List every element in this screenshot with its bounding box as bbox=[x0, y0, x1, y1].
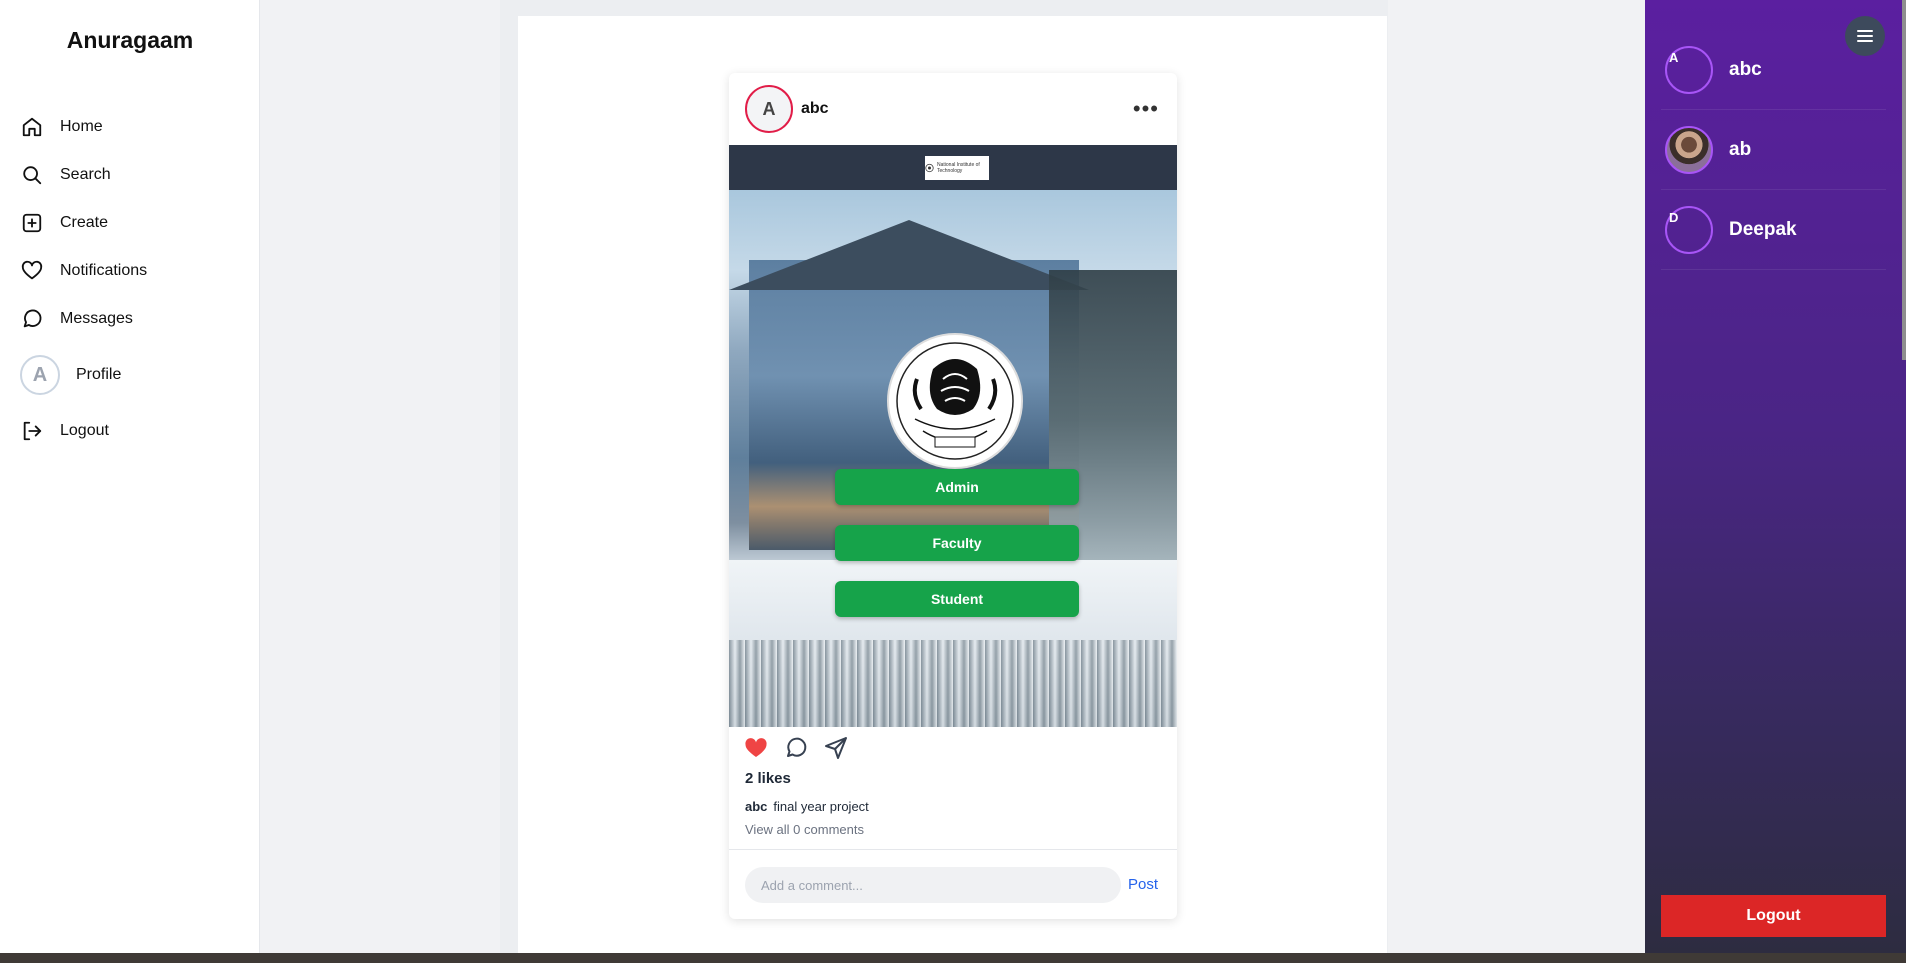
sidebar-item-logout[interactable]: Logout bbox=[20, 407, 250, 455]
user-list-item[interactable]: D Deepak bbox=[1661, 191, 1886, 270]
sidebar-item-notifications[interactable]: Notifications bbox=[20, 247, 250, 295]
more-options-icon[interactable]: ••• bbox=[1133, 98, 1159, 120]
sidebar-item-profile[interactable]: A Profile bbox=[20, 343, 250, 407]
post-caption: abc final year project bbox=[745, 799, 869, 814]
student-button[interactable]: Student bbox=[835, 581, 1079, 617]
sidebar-item-label: Home bbox=[60, 118, 103, 135]
roof-shape bbox=[729, 220, 1089, 290]
institute-logo: National Institute of Technology bbox=[925, 156, 989, 180]
sidebar-item-label: Logout bbox=[60, 422, 109, 439]
app-logo[interactable]: Anuragaam bbox=[0, 27, 260, 54]
caption-text: final year project bbox=[773, 799, 869, 814]
sidebar-item-label: Messages bbox=[60, 310, 133, 327]
share-send-icon[interactable] bbox=[823, 735, 849, 761]
window-bottom-edge bbox=[0, 953, 1906, 963]
sidebar-item-create[interactable]: Create bbox=[20, 199, 250, 247]
post-comment-button[interactable]: Post bbox=[1128, 876, 1158, 893]
user-list-item[interactable]: A abc bbox=[1661, 31, 1886, 110]
post-card: A abc ••• National Institute of Technolo… bbox=[729, 73, 1177, 919]
heart-icon bbox=[20, 259, 44, 283]
institute-seal-icon bbox=[887, 333, 1023, 469]
like-heart-icon[interactable] bbox=[743, 735, 769, 761]
logout-icon bbox=[20, 419, 44, 443]
logout-button[interactable]: Logout bbox=[1661, 895, 1886, 937]
likes-count: 2 likes bbox=[745, 770, 791, 787]
caption-username[interactable]: abc bbox=[745, 799, 767, 814]
sidebar-item-label: Profile bbox=[76, 366, 122, 383]
scrollbar[interactable] bbox=[1902, 0, 1906, 360]
post-username[interactable]: abc bbox=[801, 100, 829, 118]
sidebar-item-search[interactable]: Search bbox=[20, 151, 250, 199]
avatar bbox=[1665, 126, 1713, 174]
faculty-button[interactable]: Faculty bbox=[835, 525, 1079, 561]
media-header-bar: National Institute of Technology bbox=[729, 145, 1177, 190]
logo-text: National Institute of Technology bbox=[936, 162, 980, 174]
comment-icon[interactable] bbox=[783, 735, 809, 761]
avatar: A bbox=[1665, 46, 1713, 94]
post-media[interactable]: National Institute of Technology Admin F… bbox=[729, 145, 1177, 727]
sidebar-item-label: Notifications bbox=[60, 262, 148, 279]
avatar: A bbox=[20, 355, 60, 395]
sidebar-item-label: Search bbox=[60, 166, 111, 183]
avatar-letter: D bbox=[1669, 210, 1679, 225]
user-list-item[interactable]: ab bbox=[1661, 111, 1886, 190]
message-circle-icon bbox=[20, 307, 44, 331]
sidebar-nav: Home Search Create Notifications Message… bbox=[20, 103, 250, 455]
avatar-letter: A bbox=[1669, 50, 1679, 65]
divider bbox=[729, 849, 1177, 850]
snowy-bushes bbox=[729, 640, 1177, 727]
search-icon bbox=[20, 163, 44, 187]
right-panel: A abc ab D Deepak Logout bbox=[1645, 0, 1906, 953]
admin-button[interactable]: Admin bbox=[835, 469, 1079, 505]
avatar: D bbox=[1665, 206, 1713, 254]
sidebar-item-label: Create bbox=[60, 214, 109, 231]
plus-square-icon bbox=[20, 211, 44, 235]
home-icon bbox=[20, 115, 44, 139]
user-name: Deepak bbox=[1729, 219, 1797, 240]
post-actions bbox=[743, 735, 849, 761]
left-sidebar: Anuragaam Home Search Create Notificatio… bbox=[0, 0, 260, 953]
post-header: A abc ••• bbox=[729, 73, 1177, 145]
comment-input[interactable] bbox=[745, 867, 1121, 903]
user-name: abc bbox=[1729, 59, 1762, 80]
view-comments-link[interactable]: View all 0 comments bbox=[745, 822, 864, 837]
sidebar-item-home[interactable]: Home bbox=[20, 103, 250, 151]
post-avatar[interactable]: A bbox=[745, 85, 793, 133]
user-name: ab bbox=[1729, 139, 1752, 160]
sidebar-item-messages[interactable]: Messages bbox=[20, 295, 250, 343]
emblem-icon bbox=[925, 163, 934, 173]
